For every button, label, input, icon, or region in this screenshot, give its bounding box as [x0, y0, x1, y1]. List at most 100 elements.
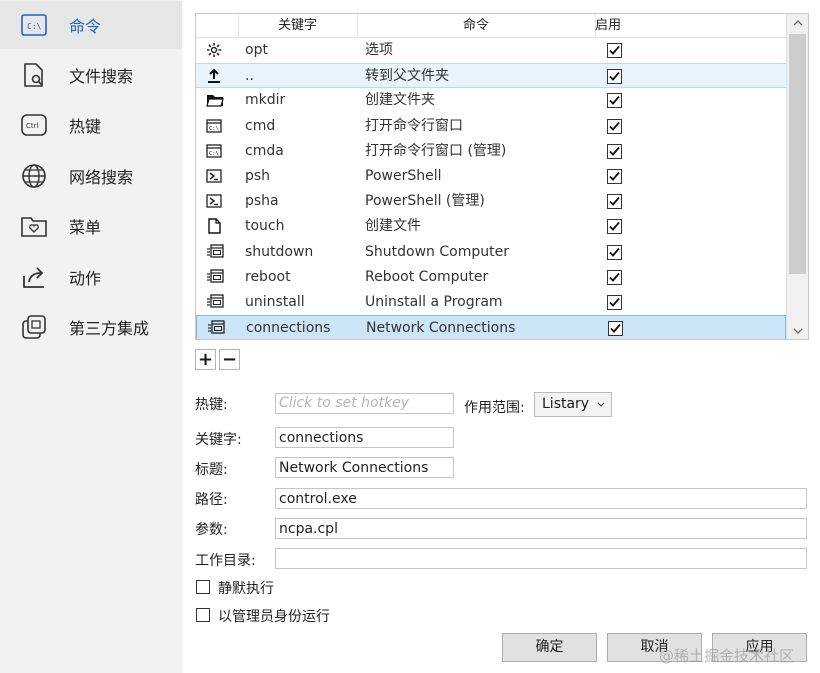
add-command-button[interactable]: + — [195, 349, 216, 370]
table-row[interactable]: connections Network Connections — [196, 315, 786, 339]
title-label: 标题: — [195, 462, 228, 478]
row-keyword: opt — [245, 42, 268, 58]
table-row[interactable]: reboot Reboot Computer — [196, 265, 786, 290]
table-row[interactable]: psh PowerShell — [196, 164, 786, 189]
sidebar-item-menu[interactable]: 菜单 — [0, 202, 182, 250]
scrollbar-thumb[interactable] — [789, 34, 806, 274]
row-command: Uninstall a Program — [365, 294, 503, 310]
row-keyword: mkdir — [245, 92, 286, 109]
row-enabled-checkbox[interactable] — [607, 118, 622, 134]
admin-checkbox[interactable] — [196, 608, 210, 622]
minus-icon: − — [221, 348, 238, 370]
upload-arrow-icon — [206, 68, 222, 84]
row-command: 打开命令行窗口 (管理) — [365, 142, 507, 159]
sidebar-item-file-search[interactable]: 文件搜索 — [0, 51, 182, 99]
gear-icon — [206, 42, 222, 58]
sidebar-item-integration[interactable]: 第三方集成 — [0, 303, 182, 351]
remove-command-button[interactable]: − — [219, 349, 240, 370]
row-enabled-checkbox[interactable] — [607, 269, 622, 285]
row-enabled-checkbox[interactable] — [608, 321, 623, 337]
sidebar-item-label: 文件搜索 — [69, 67, 134, 86]
path-label: 路径: — [195, 492, 228, 508]
row-enabled-checkbox[interactable] — [607, 295, 622, 310]
checkmark-icon — [609, 72, 620, 82]
row-keyword: cmda — [245, 142, 284, 159]
args-label: 参数: — [195, 522, 228, 538]
row-enabled-checkbox[interactable] — [607, 93, 622, 109]
folder-icon — [206, 92, 224, 108]
hotkey-label: 热键: — [195, 397, 228, 413]
sidebar-item-hotkey[interactable]: Ctrl 热键 — [0, 101, 182, 149]
row-enabled-checkbox[interactable] — [607, 244, 622, 260]
sidebar-item-web-search[interactable]: 网络搜索 — [0, 152, 182, 200]
table-row[interactable]: shutdown Shutdown Computer — [196, 240, 786, 265]
sidebar: C:\ 命令 文件搜索 Ctrl 热键 网络搜索 菜单 动作 第三方集成 — [0, 0, 182, 673]
table-row[interactable]: uninstall Uninstall a Program — [196, 290, 786, 315]
title-input[interactable] — [275, 457, 454, 478]
row-keyword: psh — [245, 168, 271, 184]
scroll-up-icon[interactable] — [787, 14, 808, 31]
keyword-input[interactable] — [275, 427, 454, 448]
file-search-icon — [20, 61, 48, 89]
checkmark-icon — [609, 297, 620, 307]
workdir-input[interactable] — [275, 548, 807, 569]
row-enabled-checkbox[interactable] — [607, 143, 622, 159]
file-icon — [206, 218, 222, 235]
system-icon — [206, 243, 224, 260]
sidebar-item-commands[interactable]: C:\ 命令 — [0, 1, 182, 49]
workdir-label: 工作目录: — [195, 553, 256, 569]
checkmark-icon — [609, 146, 620, 156]
row-command: 创建文件夹 — [365, 92, 435, 109]
sidebar-item-action[interactable]: 动作 — [0, 253, 182, 301]
table-row[interactable]: C:\ cmda 打开命令行窗口 (管理) — [196, 139, 786, 164]
row-keyword: connections — [246, 320, 331, 337]
checkmark-icon — [609, 45, 620, 55]
row-keyword: touch — [245, 218, 285, 235]
table-row[interactable]: psha PowerShell (管理) — [196, 189, 786, 214]
sidebar-item-label: 命令 — [69, 17, 102, 36]
table-row[interactable]: mkdir 创建文件夹 — [196, 88, 786, 113]
checkmark-icon — [609, 222, 620, 232]
system-icon — [206, 269, 224, 285]
scroll-down-icon[interactable] — [787, 322, 808, 339]
console-icon: C:\ — [206, 143, 222, 159]
sidebar-item-label: 第三方集成 — [69, 319, 150, 338]
table-row[interactable]: touch 创建文件 — [196, 214, 786, 239]
enabled-column-header[interactable]: 启用 — [595, 14, 631, 37]
row-command: Network Connections — [366, 320, 516, 337]
command-column-header[interactable]: 命令 — [357, 14, 596, 37]
icon-column-header — [196, 14, 239, 37]
hotkey-field[interactable]: Click to set hotkey — [275, 393, 454, 414]
row-command: 打开命令行窗口 — [365, 117, 463, 134]
row-keyword: shutdown — [245, 243, 314, 260]
ok-button[interactable]: 确定 — [502, 633, 597, 662]
table-row[interactable]: C:\ cmd 打开命令行窗口 — [196, 114, 786, 139]
console-icon: C:\ — [206, 118, 222, 134]
checkmark-icon — [609, 171, 620, 181]
admin-label: 以管理员身份运行 — [218, 609, 330, 625]
scope-select[interactable]: Listary — [534, 392, 612, 417]
powershell-icon — [206, 193, 222, 209]
row-enabled-checkbox[interactable] — [607, 43, 622, 58]
row-enabled-checkbox[interactable] — [607, 194, 622, 210]
table-scrollbar[interactable] — [786, 14, 808, 339]
args-input[interactable] — [275, 518, 807, 539]
powershell-icon — [206, 168, 222, 184]
sidebar-item-label: 动作 — [69, 269, 102, 288]
row-enabled-checkbox[interactable] — [607, 69, 622, 85]
checkmark-icon — [609, 197, 620, 207]
table-row[interactable]: opt 选项 — [196, 38, 786, 63]
checkmark-icon — [609, 121, 620, 131]
silent-checkbox[interactable] — [196, 580, 210, 594]
scope-label: 作用范围: — [464, 400, 525, 416]
command-table: 关键字 命令 启用 opt 选项.. 转到父文件夹 mkdir 创建文件夹 C:\ cmd 打… — [195, 13, 809, 340]
row-keyword: .. — [245, 68, 254, 85]
row-enabled-checkbox[interactable] — [607, 169, 622, 184]
row-enabled-checkbox[interactable] — [607, 219, 622, 235]
path-input[interactable] — [275, 488, 807, 509]
menu-folder-icon — [20, 212, 48, 240]
row-command: 创建文件 — [365, 218, 421, 235]
row-keyword: uninstall — [245, 294, 305, 310]
keyword-column-header[interactable]: 关键字 — [238, 14, 358, 37]
table-row[interactable]: .. 转到父文件夹 — [196, 63, 786, 89]
